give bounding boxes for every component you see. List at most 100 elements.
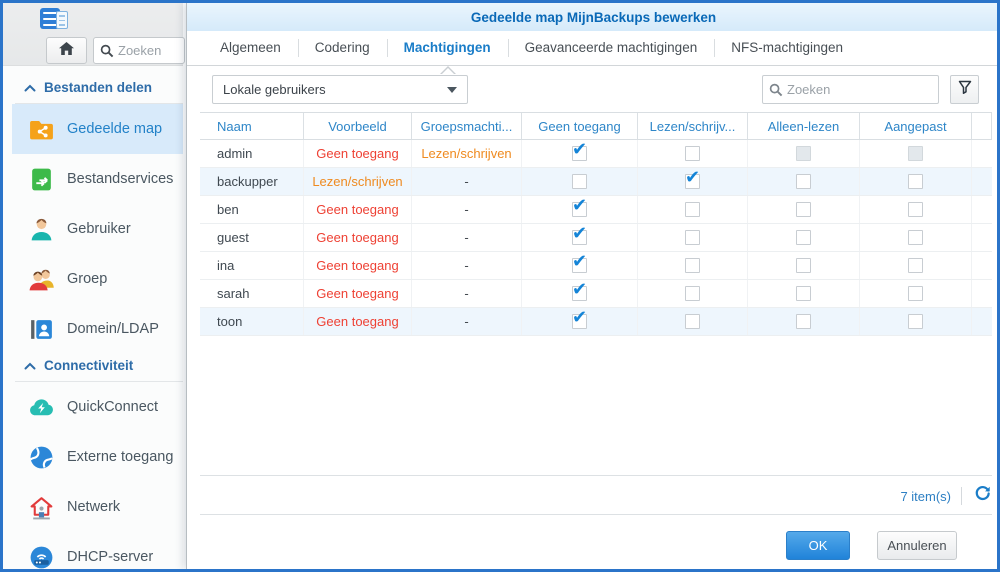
sidebar-item-label: Bestandservices [67,171,173,187]
user-type-dropdown-value: Lokale gebruikers [223,82,326,97]
sidebar-item-gedeelde-map[interactable]: Gedeelde map [12,104,183,154]
no-access-checkbox-checked[interactable] [572,314,587,329]
cell-read-only [748,280,860,307]
no-access-checkbox-checked[interactable] [572,146,587,161]
custom-checkbox-unchecked[interactable] [908,202,923,217]
cell-no-access [522,168,638,195]
table-row-admin[interactable]: adminGeen toegangLezen/schrijven [200,140,992,168]
section-header-connectiviteit[interactable]: Connectiviteit [3,354,183,381]
sidebar-item-label: Gebruiker [67,221,131,237]
custom-checkbox-unchecked[interactable] [908,258,923,273]
no-access-checkbox-checked[interactable] [572,230,587,245]
dialog-search-input[interactable] [787,82,932,97]
sidebar-item-gebruiker[interactable]: Gebruiker [3,204,183,254]
read-write-checkbox-unchecked[interactable] [685,286,700,301]
custom-checkbox-unchecked[interactable] [908,314,923,329]
user-type-dropdown[interactable]: Lokale gebruikers [212,75,468,104]
table-row-ben[interactable]: benGeen toegang- [200,196,992,224]
cell-preview: Geen toegang [304,196,412,223]
cell-filler [972,168,992,195]
user-icon [28,216,55,243]
home-button[interactable] [46,37,87,64]
read-only-checkbox-unchecked[interactable] [796,258,811,273]
cell-read-write [638,196,748,223]
table-row-sarah[interactable]: sarahGeen toegang- [200,280,992,308]
column-header-voorbeeld[interactable]: Voorbeeld [304,113,412,139]
tab-algemeen[interactable]: Algemeen [203,31,298,65]
read-write-checkbox-unchecked[interactable] [685,314,700,329]
cancel-button[interactable]: Annuleren [877,531,957,560]
section-label: Connectiviteit [44,358,133,373]
read-write-checkbox-unchecked[interactable] [685,202,700,217]
cell-read-only [748,168,860,195]
column-header-alleen-lezen[interactable]: Alleen-lezen [748,113,860,139]
search-icon [100,44,114,58]
filter-button[interactable] [950,75,979,104]
tab-bar: AlgemeenCoderingMachtigingenGeavanceerde… [187,31,1000,66]
sidebar-item-label: Gedeelde map [67,121,162,137]
count-bar: 7 item(s) [200,482,992,510]
read-write-checkbox-unchecked[interactable] [685,230,700,245]
section-header-bestanden-delen[interactable]: Bestanden delen [3,76,183,103]
sidebar-item-quickconnect[interactable]: QuickConnect [3,382,183,432]
cell-read-only [748,196,860,223]
read-only-checkbox-unchecked[interactable] [796,230,811,245]
cell-read-only [748,252,860,279]
no-access-checkbox-unchecked[interactable] [572,174,587,189]
sidebar-item-netwerk[interactable]: Netwerk [3,482,183,532]
no-access-checkbox-checked[interactable] [572,286,587,301]
tab-geavanceerde-machtigingen[interactable]: Geavanceerde machtigingen [508,31,715,65]
chevron-up-icon [24,362,36,370]
column-header-groepsmachti[interactable]: Groepsmachti... [412,113,522,139]
sidebar-item-bestandservices[interactable]: Bestandservices [3,154,183,204]
column-header-naam[interactable]: Naam [200,113,304,139]
no-access-checkbox-checked[interactable] [572,202,587,217]
custom-checkbox-unchecked[interactable] [908,286,923,301]
read-only-checkbox-unchecked[interactable] [796,174,811,189]
cell-custom [860,168,972,195]
column-header-geen-toegang[interactable]: Geen toegang [522,113,638,139]
no-access-checkbox-checked[interactable] [572,258,587,273]
tab-nfs-machtigingen[interactable]: NFS-machtigingen [714,31,860,65]
table-row-backupper[interactable]: backupperLezen/schrijven- [200,168,992,196]
cell-preview: Geen toegang [304,308,412,335]
read-write-checkbox-unchecked[interactable] [685,258,700,273]
read-only-checkbox-unchecked[interactable] [796,314,811,329]
sidebar-search-input[interactable] [118,43,180,58]
custom-checkbox-unchecked[interactable] [908,230,923,245]
tab-machtigingen[interactable]: Machtigingen [387,31,508,65]
column-header-lezen-schrijv[interactable]: Lezen/schrijv... [638,113,748,139]
ok-button[interactable]: OK [786,531,850,560]
custom-checkbox-unchecked[interactable] [908,174,923,189]
sidebar-item-label: QuickConnect [67,399,158,415]
cell-name: admin [200,140,304,167]
read-write-checkbox-checked[interactable] [685,174,700,189]
cell-filler [972,280,992,307]
filter-icon [957,79,973,100]
cell-read-only [748,308,860,335]
sidebar-item-externe-toegang[interactable]: Externe toegang [3,432,183,482]
column-header-aangepast[interactable]: Aangepast [860,113,972,139]
sidebar-item-dhcp-server[interactable]: DHCP-server [3,532,183,572]
chevron-down-icon [447,87,457,93]
table-row-ina[interactable]: inaGeen toegang- [200,252,992,280]
cell-read-write [638,252,748,279]
cell-custom [860,252,972,279]
read-only-checkbox-unchecked[interactable] [796,202,811,217]
refresh-button[interactable] [972,486,992,506]
sidebar-item-groep[interactable]: Groep [3,254,183,304]
cell-custom [860,196,972,223]
external-access-icon [28,444,55,471]
cell-filler [972,252,992,279]
network-icon [28,494,55,521]
chevron-up-icon [24,84,36,92]
tab-codering[interactable]: Codering [298,31,387,65]
cell-read-only [748,224,860,251]
read-only-checkbox-unchecked[interactable] [796,286,811,301]
sidebar-item-domein-ldap[interactable]: Domein/LDAP [3,304,183,354]
table-row-guest[interactable]: guestGeen toegang- [200,224,992,252]
cell-filler [972,308,992,335]
control-panel-window: Bestanden delen Gedeelde map Bestandservic… [0,0,1000,572]
table-row-toon[interactable]: toonGeen toegang- [200,308,992,336]
read-write-checkbox-unchecked[interactable] [685,146,700,161]
